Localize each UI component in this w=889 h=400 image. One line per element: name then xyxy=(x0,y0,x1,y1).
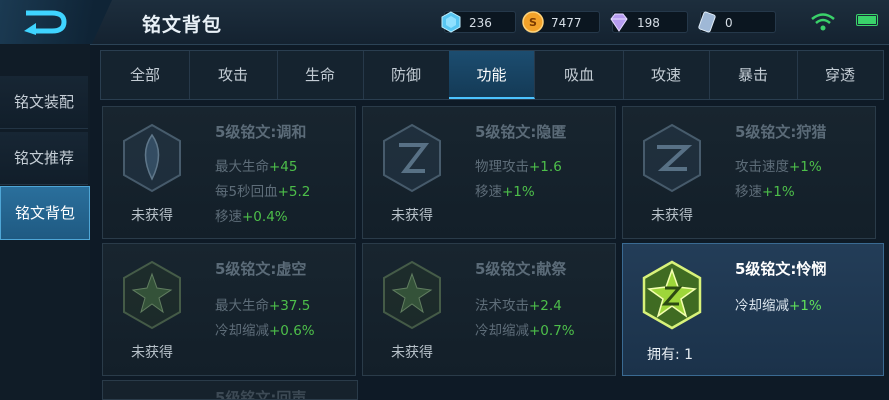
inscription-name: 5级铭文:狩猎 xyxy=(735,123,827,141)
back-button[interactable] xyxy=(0,0,112,44)
acquire-status: 未获得 xyxy=(391,208,433,224)
green-inscription-emblem-icon xyxy=(383,260,441,330)
tab-penetration[interactable]: 穿透 xyxy=(797,51,883,99)
inscription-card-sacrifice[interactable]: 未获得 5级铭文:献祭 法术攻击+2.4 冷却缩减+0.7% xyxy=(362,243,616,376)
tab-attack[interactable]: 攻击 xyxy=(189,51,278,99)
gold-coin-icon: S xyxy=(522,11,544,33)
crystal-value: 198 xyxy=(637,16,660,30)
diamond-value: 236 xyxy=(469,16,492,30)
battery-icon xyxy=(856,14,878,26)
acquire-status: 未获得 xyxy=(131,345,173,361)
green-inscription-emblem-icon xyxy=(123,260,181,330)
tab-defense[interactable]: 防御 xyxy=(363,51,450,99)
blue-inscription-emblem-icon xyxy=(123,123,181,193)
stat-line: 移速+1% xyxy=(735,184,795,200)
tab-health[interactable]: 生命 xyxy=(277,51,364,99)
gold-counter[interactable]: S 7477 xyxy=(522,11,600,33)
tab-function[interactable]: 功能 xyxy=(449,51,535,99)
stat-line: 法术攻击+2.4 xyxy=(475,298,562,314)
stat-line: 冷却缩减+1% xyxy=(735,298,822,314)
category-tabs: 全部 攻击 生命 防御 功能 吸血 攻速 暴击 穿透 xyxy=(100,50,884,100)
stat-line: 最大生命+45 xyxy=(215,159,298,175)
stat-line: 移速+0.4% xyxy=(215,209,288,225)
stat-line: 冷却缩减+0.7% xyxy=(475,323,575,339)
inscription-card-void[interactable]: 未获得 5级铭文:虚空 最大生命+37.5 冷却缩减+0.6% xyxy=(102,243,356,376)
inscription-name: 5级铭文:献祭 xyxy=(475,260,567,278)
inscription-card-harmony[interactable]: 未获得 5级铭文:调和 最大生命+45 每5秒回血+5.2 移速+0.4% xyxy=(102,106,356,239)
coupon-icon xyxy=(698,11,716,33)
back-arrow-icon xyxy=(24,10,67,35)
stat-line: 移速+1% xyxy=(475,184,535,200)
inscription-card-hunt[interactable]: 未获得 5级铭文:狩猎 攻击速度+1% 移速+1% xyxy=(622,106,876,239)
inscription-name: 5级铭文:调和 xyxy=(215,123,307,141)
svg-text:S: S xyxy=(529,16,537,29)
crystal-counter[interactable]: 198 xyxy=(610,11,688,33)
inscription-card-stealth[interactable]: 未获得 5级铭文:隐匿 物理攻击+1.6 移速+1% xyxy=(362,106,616,239)
stat-line: 每5秒回血+5.2 xyxy=(215,184,311,200)
owned-count: 拥有: 1 xyxy=(647,347,694,363)
sidebar-item-recommend[interactable]: 铭文推荐 xyxy=(0,132,88,185)
acquire-status: 未获得 xyxy=(391,345,433,361)
sidebar-item-backpack[interactable]: 铭文背包 xyxy=(0,186,90,240)
inscription-name: 5级铭文:隐匿 xyxy=(475,123,567,141)
sidebar: 铭文装配 铭文推荐 铭文背包 xyxy=(0,44,90,400)
inscription-card-partial[interactable]: 5级铭文:回声 xyxy=(102,380,358,400)
page-title: 铭文背包 xyxy=(142,14,223,36)
tab-all[interactable]: 全部 xyxy=(101,51,190,99)
inscription-name: 5级铭文:怜悯 xyxy=(735,260,827,278)
blue-inscription-emblem-icon xyxy=(383,123,441,193)
stat-line: 冷却缩减+0.6% xyxy=(215,323,315,339)
coupon-counter[interactable]: 0 xyxy=(698,11,776,33)
tab-attack-speed[interactable]: 攻速 xyxy=(623,51,710,99)
stat-line: 攻击速度+1% xyxy=(735,159,822,175)
inscription-name: 5级铭文:回声 xyxy=(215,389,307,400)
stat-line: 物理攻击+1.6 xyxy=(475,159,562,175)
inscription-card-mercy[interactable]: 拥有: 1 5级铭文:怜悯 冷却缩减+1% xyxy=(622,243,884,376)
blue-inscription-emblem-icon xyxy=(643,123,701,193)
acquire-status: 未获得 xyxy=(651,208,693,224)
top-bar: 铭文背包 236 S 7477 198 0 xyxy=(0,0,889,45)
wifi-icon xyxy=(811,13,835,31)
diamond-icon xyxy=(441,11,461,33)
tab-crit[interactable]: 暴击 xyxy=(709,51,798,99)
green-inscription-emblem-icon xyxy=(642,260,702,330)
sidebar-item-equip[interactable]: 铭文装配 xyxy=(0,76,88,129)
gold-value: 7477 xyxy=(551,16,582,30)
diamond-counter[interactable]: 236 xyxy=(441,11,516,33)
coupon-value: 0 xyxy=(725,16,733,30)
acquire-status: 未获得 xyxy=(131,208,173,224)
tab-lifesteal[interactable]: 吸血 xyxy=(535,51,624,99)
inscription-name: 5级铭文:虚空 xyxy=(215,260,307,278)
purple-crystal-icon xyxy=(610,13,628,32)
stat-line: 最大生命+37.5 xyxy=(215,298,311,314)
